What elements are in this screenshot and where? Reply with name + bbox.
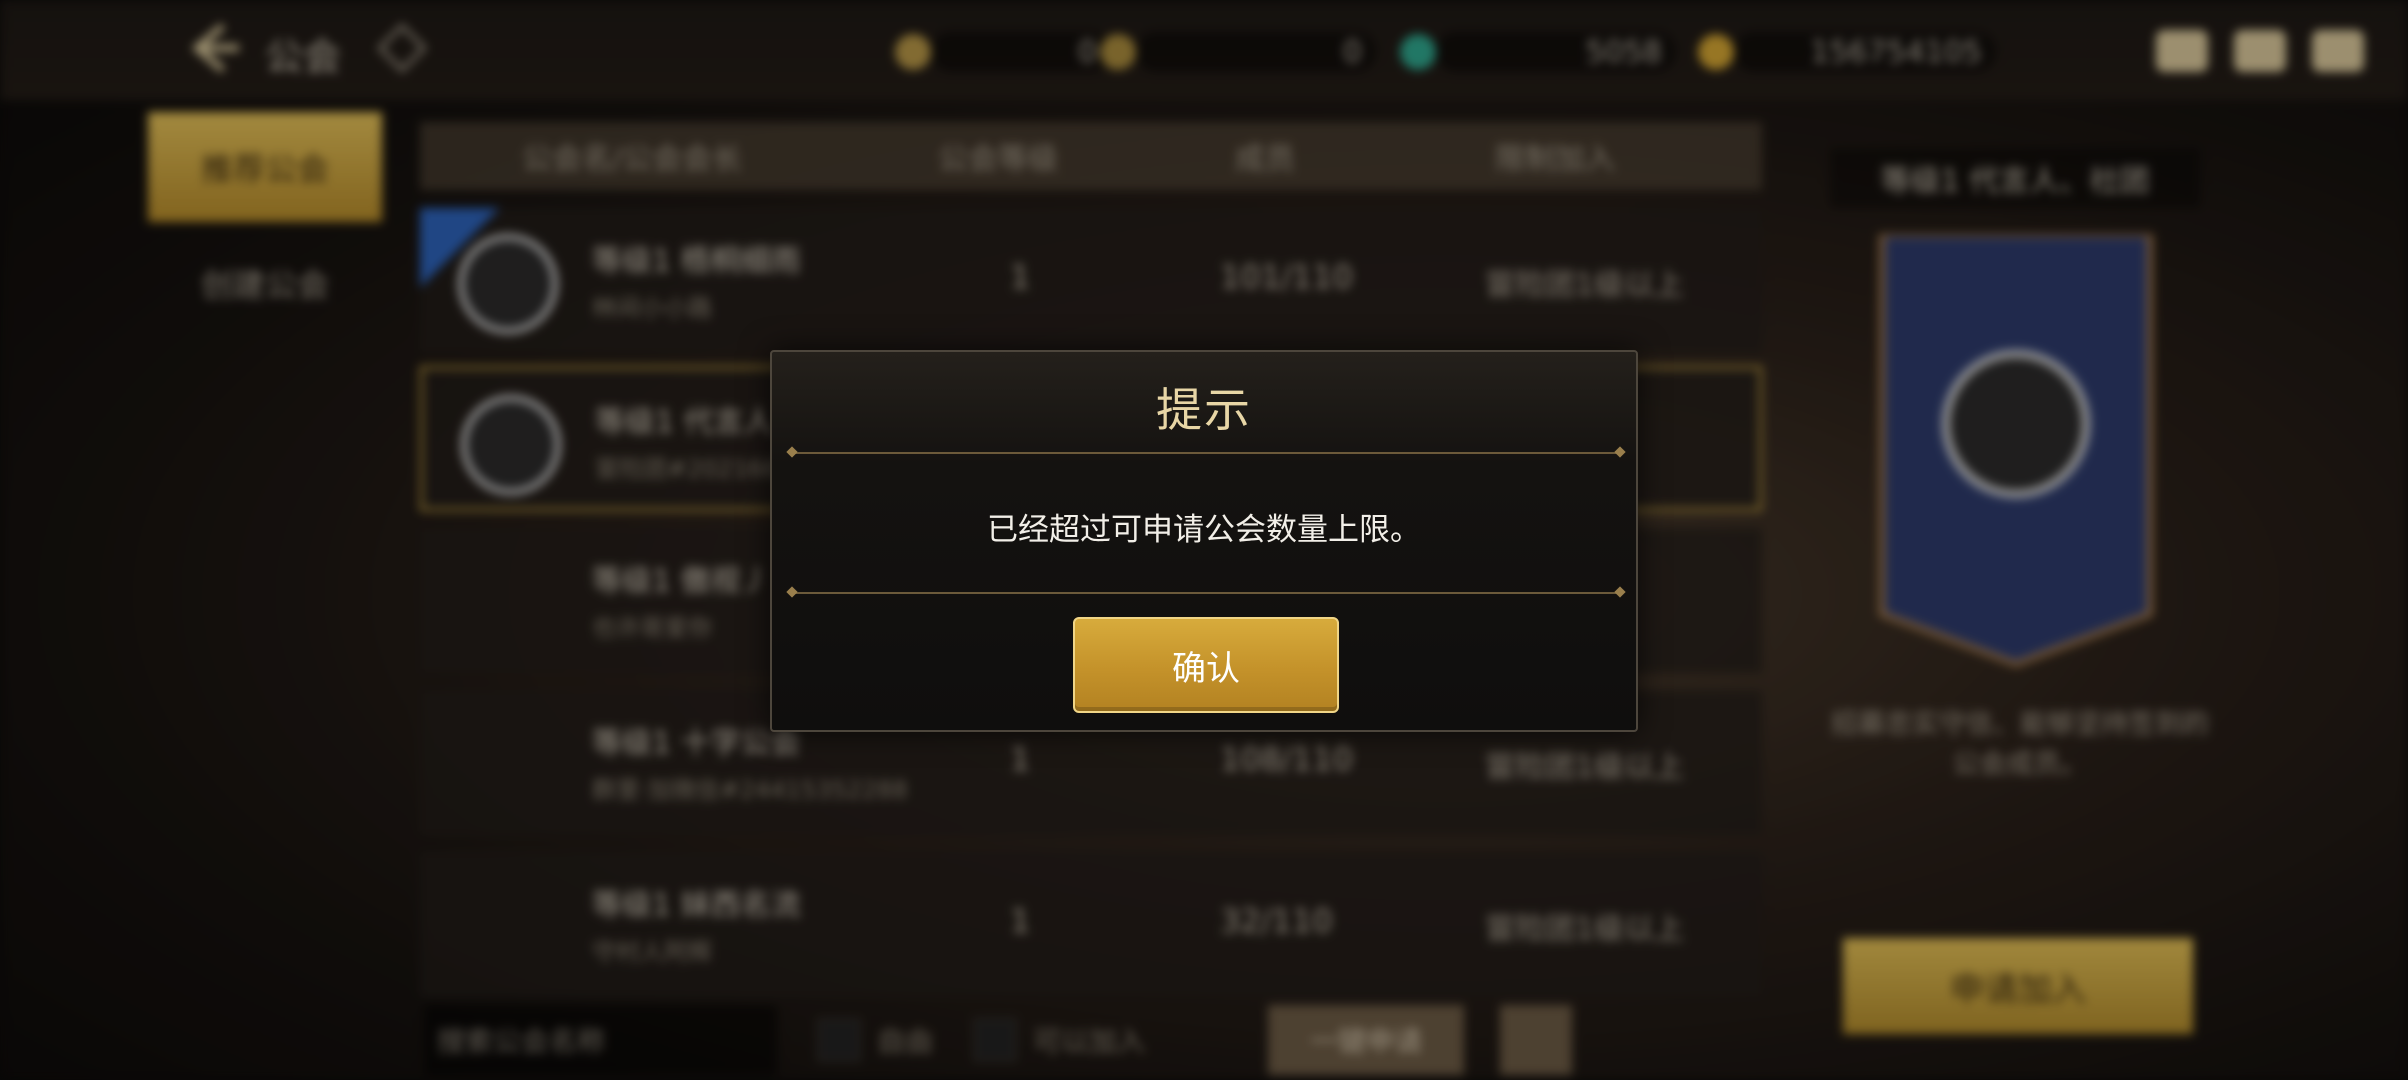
prompt-dialog: 提示 已经超过可申请公会数量上限。 确认 [770, 350, 1638, 732]
confirm-button[interactable]: 确认 [1073, 617, 1339, 713]
dialog-message: 已经超过可申请公会数量上限。 [987, 512, 1421, 548]
dialog-divider-bottom [790, 592, 1622, 594]
dialog-divider-top [790, 452, 1622, 454]
dialog-title: 提示 [1156, 383, 1252, 437]
